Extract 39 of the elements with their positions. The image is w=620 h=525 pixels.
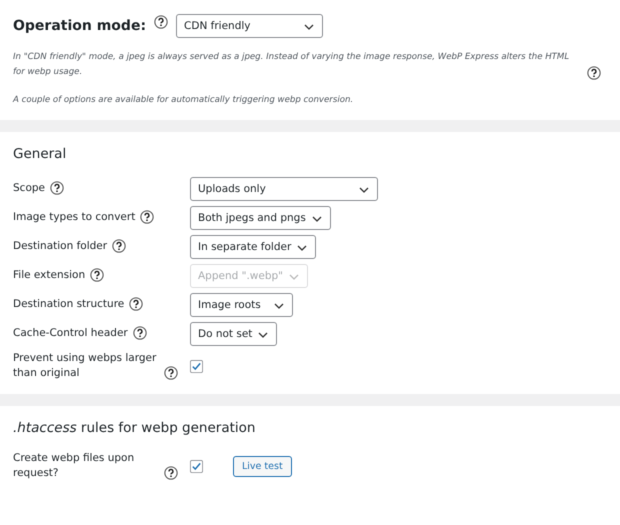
dropdown[interactable]: In separate folder bbox=[190, 234, 316, 258]
setting-label: File extension bbox=[13, 269, 86, 281]
caret-icon bbox=[304, 24, 314, 30]
caret-icon bbox=[297, 244, 308, 250]
help-icon[interactable] bbox=[164, 366, 178, 380]
help-icon[interactable] bbox=[587, 66, 601, 80]
dropdown[interactable]: Both jpegs and pngs bbox=[190, 206, 331, 230]
setting-label: Cache-Control header bbox=[13, 327, 128, 339]
help-icon[interactable] bbox=[140, 210, 154, 224]
caret-icon bbox=[274, 302, 284, 308]
setting-label: Destination structure bbox=[13, 298, 124, 310]
help-icon[interactable] bbox=[129, 297, 144, 312]
section-heading: .htaccess rules for webp generation bbox=[13, 420, 256, 436]
checkbox[interactable] bbox=[190, 360, 203, 372]
setting-label: Prevent using webps larger than original bbox=[13, 351, 158, 381]
operation-mode-label: Operation mode: bbox=[13, 18, 146, 34]
help-icon[interactable] bbox=[50, 181, 64, 196]
help-icon[interactable] bbox=[90, 268, 104, 282]
caret-icon bbox=[359, 186, 369, 192]
dropdown[interactable]: Image roots bbox=[190, 292, 293, 316]
checkbox[interactable] bbox=[190, 460, 203, 472]
setting-label: Destination folder bbox=[13, 240, 108, 252]
dropdown[interactable]: Uploads only bbox=[190, 176, 378, 200]
caret-icon bbox=[312, 216, 322, 222]
caret-icon bbox=[289, 274, 300, 280]
dropdown[interactable]: Do not set bbox=[190, 322, 278, 346]
setting-label: Image types to convert bbox=[13, 211, 136, 223]
setting-label: Create webp files upon request? bbox=[13, 451, 136, 481]
operation-mode-dropdown[interactable]: CDN friendly bbox=[176, 14, 324, 38]
mode-note: A couple of options are available for automatically triggering webp conversion. bbox=[13, 94, 354, 107]
mode-description: In "CDN friendly" mode, a jpeg is always served as a jpeg. Instead of varying the image response, WebP Express alters the HTML for webp usage. bbox=[13, 51, 570, 79]
help-icon[interactable] bbox=[112, 239, 126, 254]
section-heading: General bbox=[13, 146, 68, 162]
caret-icon bbox=[258, 332, 268, 338]
help-icon[interactable] bbox=[132, 326, 147, 340]
help-icon[interactable] bbox=[154, 15, 168, 29]
setting-label: Scope bbox=[13, 182, 45, 194]
help-icon[interactable] bbox=[164, 466, 178, 480]
live-test-button[interactable]: Live test bbox=[233, 456, 292, 476]
